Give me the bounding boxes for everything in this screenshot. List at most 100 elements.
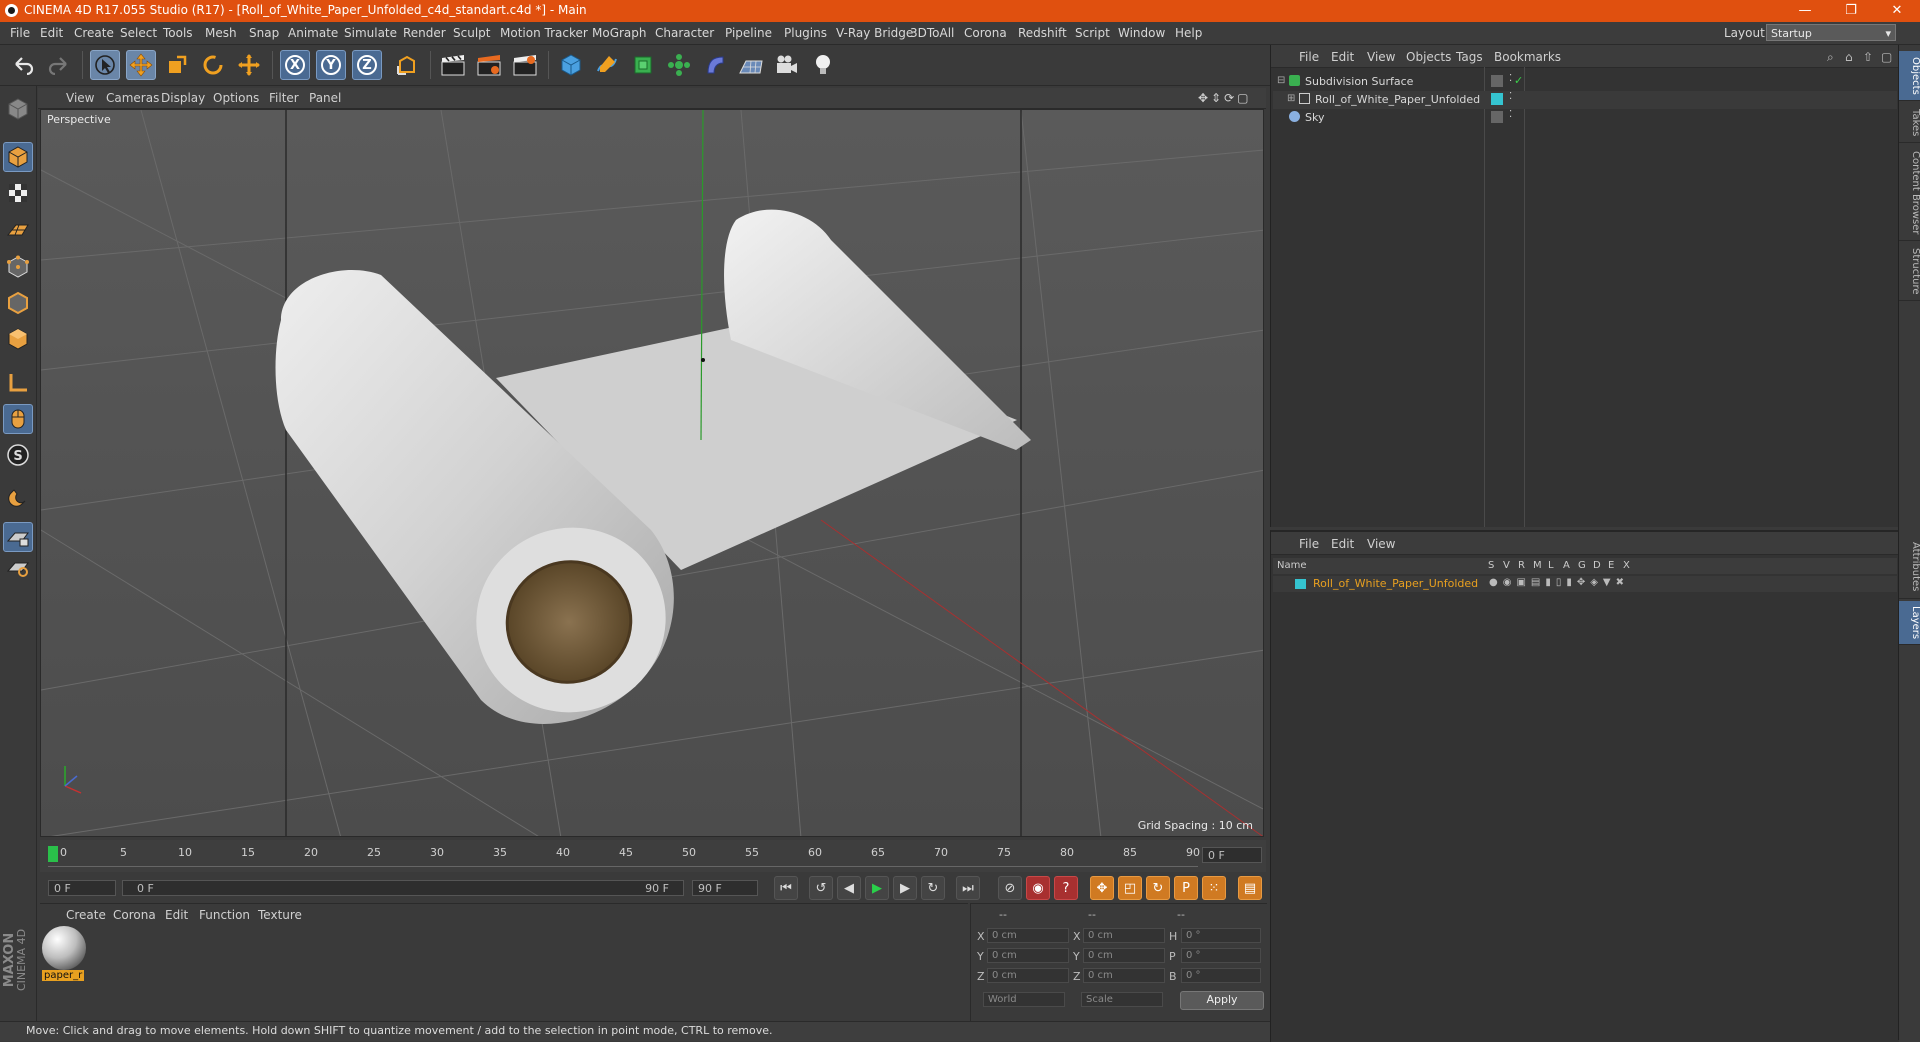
tab-layers[interactable]: Layers bbox=[1899, 601, 1920, 645]
coordinate-system-button[interactable] bbox=[392, 50, 422, 80]
expand-icon[interactable]: ⊞ bbox=[1287, 93, 1295, 104]
layout-dropdown[interactable]: Startup bbox=[1766, 24, 1896, 42]
objects-menu-bookmarks[interactable]: Bookmarks bbox=[1494, 50, 1561, 64]
end-frame-field[interactable]: 90 F bbox=[692, 880, 758, 896]
close-button[interactable]: ✕ bbox=[1874, 0, 1920, 22]
make-editable-button[interactable] bbox=[3, 94, 33, 124]
key-pla-button[interactable]: ⁙ bbox=[1202, 876, 1226, 900]
material-menu-texture[interactable]: Texture bbox=[258, 908, 302, 922]
viewport-menu-display[interactable]: Display bbox=[161, 91, 205, 105]
planar-workplane-button[interactable] bbox=[3, 552, 33, 582]
deformer-button[interactable] bbox=[700, 50, 730, 80]
cube-object-button[interactable] bbox=[556, 50, 586, 80]
menu-character[interactable]: Character bbox=[655, 26, 714, 40]
viewport-menu-view[interactable]: View bbox=[66, 91, 94, 105]
next-frame-button[interactable]: ▶ bbox=[893, 876, 917, 900]
material-menu-function[interactable]: Function bbox=[199, 908, 250, 922]
menu-3dtoall[interactable]: 3DToAll bbox=[910, 26, 954, 40]
size-y-field[interactable]: 0 cm bbox=[1083, 948, 1165, 963]
menu-simulate[interactable]: Simulate bbox=[344, 26, 397, 40]
menu-render[interactable]: Render bbox=[403, 26, 446, 40]
objects-menu-file[interactable]: File bbox=[1299, 50, 1319, 64]
layer-name[interactable]: Roll_of_White_Paper_Unfolded bbox=[1313, 577, 1478, 590]
tab-takes[interactable]: Takes bbox=[1899, 103, 1920, 143]
up-arrow-icon[interactable]: ⇧ bbox=[1863, 50, 1873, 64]
column-header-x[interactable]: X bbox=[1623, 560, 1630, 571]
object-row-sky[interactable]: Sky ⁚ bbox=[1273, 109, 1897, 127]
object-name[interactable]: Sky bbox=[1305, 111, 1324, 124]
menu-script[interactable]: Script bbox=[1075, 26, 1110, 40]
tab-objects[interactable]: Objects bbox=[1899, 51, 1920, 101]
size-z-field[interactable]: 0 cm bbox=[1083, 968, 1165, 983]
polygons-mode-button[interactable] bbox=[3, 324, 33, 354]
enabled-check-icon[interactable]: ✓ bbox=[1514, 74, 1523, 87]
menu-help[interactable]: Help bbox=[1175, 26, 1202, 40]
key-rotation-button[interactable]: ↻ bbox=[1146, 876, 1170, 900]
position-z-field[interactable]: 0 cm bbox=[987, 968, 1069, 983]
playhead[interactable] bbox=[48, 846, 58, 862]
rotation-h-field[interactable]: 0 ° bbox=[1181, 928, 1261, 943]
visibility-dots-icon[interactable]: ⁚ bbox=[1509, 73, 1512, 84]
preview-range-slider[interactable]: 0 F 90 F bbox=[122, 880, 684, 896]
tweak-mode-button[interactable] bbox=[3, 404, 33, 434]
layers-menu-file[interactable]: File bbox=[1299, 537, 1319, 551]
subdivision-surface-button[interactable] bbox=[628, 50, 658, 80]
render-settings-button[interactable] bbox=[510, 50, 540, 80]
axis-mode-button[interactable] bbox=[3, 368, 33, 398]
texture-mode-button[interactable] bbox=[3, 178, 33, 208]
menu-plugins[interactable]: Plugins bbox=[784, 26, 827, 40]
minimize-button[interactable]: — bbox=[1782, 0, 1828, 22]
menu-edit[interactable]: Edit bbox=[40, 26, 63, 40]
points-mode-button[interactable] bbox=[3, 252, 33, 282]
layer-toggle-icon[interactable] bbox=[1491, 75, 1503, 87]
tab-structure[interactable]: Structure bbox=[1899, 243, 1920, 301]
apply-button[interactable]: Apply bbox=[1180, 991, 1264, 1010]
search-icon[interactable]: ⌕ bbox=[1827, 50, 1834, 65]
size-mode-dropdown[interactable]: Scale bbox=[1081, 992, 1163, 1007]
menu-create[interactable]: Create bbox=[74, 26, 114, 40]
layers-menu-edit[interactable]: Edit bbox=[1331, 537, 1354, 551]
workplane-button[interactable] bbox=[3, 214, 33, 244]
menu-sculpt[interactable]: Sculpt bbox=[453, 26, 490, 40]
menu-animate[interactable]: Animate bbox=[288, 26, 338, 40]
viewport-menu-panel[interactable]: Panel bbox=[309, 91, 341, 105]
layer-color-swatch[interactable] bbox=[1491, 93, 1503, 105]
column-header-l[interactable]: L bbox=[1548, 560, 1554, 571]
viewport-menu-filter[interactable]: Filter bbox=[269, 91, 299, 105]
menu-window[interactable]: Window bbox=[1118, 26, 1165, 40]
layers-menu-view[interactable]: View bbox=[1367, 537, 1395, 551]
size-x-field[interactable]: 0 cm bbox=[1083, 928, 1165, 943]
autokey-button[interactable]: ◉ bbox=[1026, 876, 1050, 900]
column-header-v[interactable]: V bbox=[1503, 560, 1510, 571]
column-header-e[interactable]: E bbox=[1608, 560, 1614, 571]
previous-key-button[interactable]: ↺ bbox=[809, 876, 833, 900]
perspective-viewport[interactable]: Perspective Grid Spacing : 10 cm bbox=[40, 109, 1264, 837]
position-x-field[interactable]: 0 cm bbox=[987, 928, 1069, 943]
array-object-button[interactable] bbox=[664, 50, 694, 80]
record-keys-button[interactable]: ⊘ bbox=[998, 876, 1022, 900]
menu-mograph[interactable]: MoGraph bbox=[592, 26, 647, 40]
window-icon[interactable]: ▢ bbox=[1881, 50, 1892, 64]
layer-toggle-icon[interactable] bbox=[1491, 111, 1503, 123]
keyframe-selection-button[interactable]: ? bbox=[1054, 876, 1078, 900]
visibility-dots-icon[interactable]: ⁚ bbox=[1509, 109, 1512, 120]
locked-workplane-button[interactable] bbox=[3, 522, 33, 552]
light-object-button[interactable] bbox=[808, 50, 838, 80]
material-name[interactable]: paper_r bbox=[42, 970, 85, 981]
live-selection-button[interactable] bbox=[90, 50, 120, 80]
column-header-m[interactable]: M bbox=[1533, 560, 1542, 571]
y-axis-lock-button[interactable]: Y bbox=[316, 50, 346, 80]
tab-attributes[interactable]: Attributes bbox=[1899, 535, 1920, 599]
object-row-roll-of-white-paper[interactable]: ⊞ Roll_of_White_Paper_Unfolded ⁚ bbox=[1273, 91, 1897, 109]
z-axis-lock-button[interactable]: Z bbox=[352, 50, 382, 80]
objects-menu-view[interactable]: View bbox=[1367, 50, 1395, 64]
menu-mesh[interactable]: Mesh bbox=[205, 26, 237, 40]
maximize-button[interactable]: ❐ bbox=[1828, 0, 1874, 22]
name-column-header[interactable]: Name bbox=[1277, 560, 1307, 571]
object-name[interactable]: Subdivision Surface bbox=[1305, 75, 1413, 88]
timeline-ruler[interactable]: 0 5 10 15 20 25 30 35 40 45 50 55 60 65 … bbox=[40, 840, 1266, 872]
layer-color-swatch[interactable] bbox=[1295, 579, 1306, 589]
floor-object-button[interactable] bbox=[736, 50, 766, 80]
material-menu-create[interactable]: Create bbox=[66, 908, 106, 922]
material-menu-corona[interactable]: Corona bbox=[113, 908, 156, 922]
